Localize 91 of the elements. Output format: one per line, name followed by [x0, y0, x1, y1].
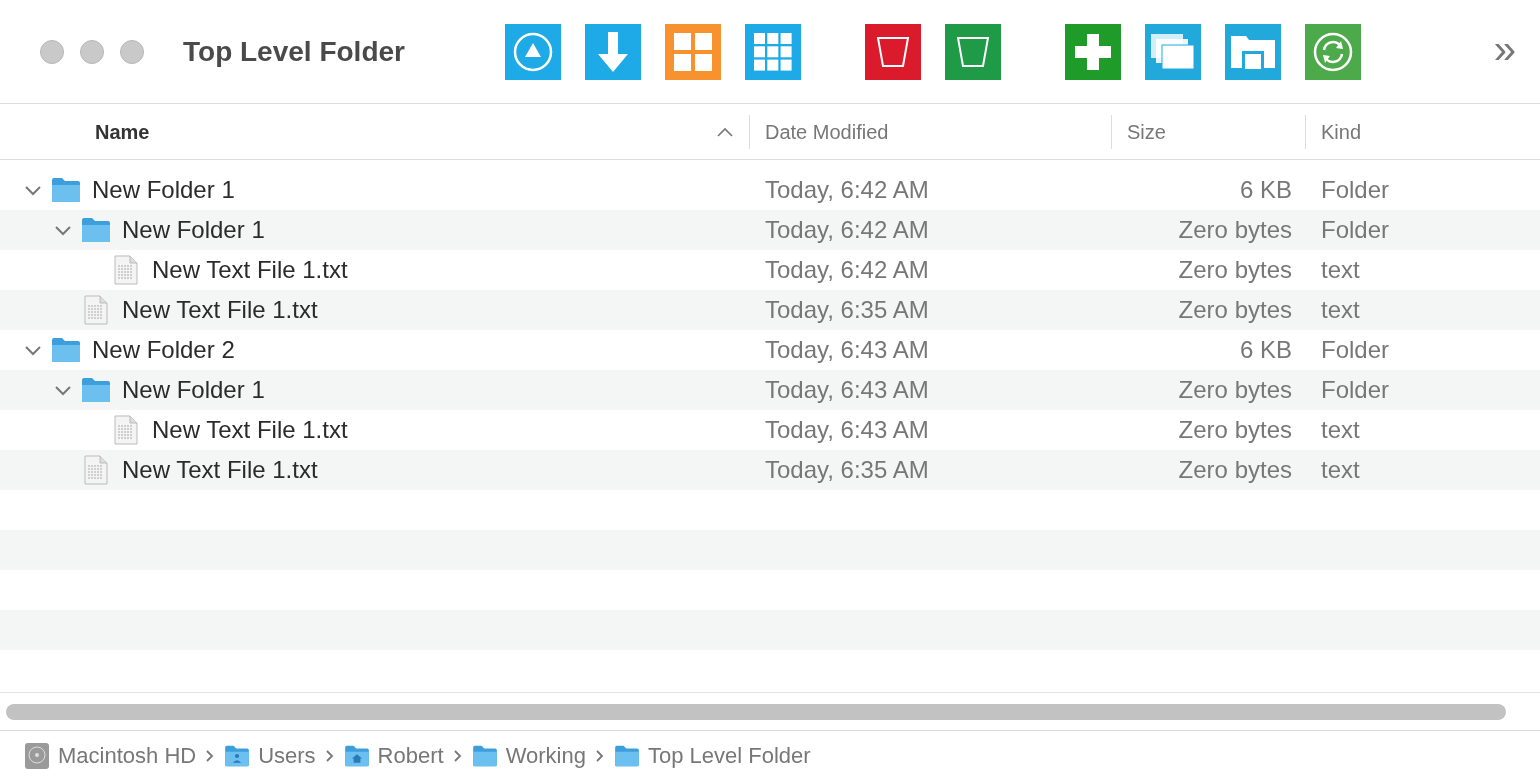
column-header[interactable]: Date Modified	[765, 116, 889, 147]
size-cell-text: Zero bytes	[1178, 255, 1292, 285]
path-segment[interactable]: Users	[258, 739, 316, 772]
windows-icon	[1150, 32, 1196, 71]
cup-icon	[876, 35, 910, 68]
date-cell: Today, 6:35 AM	[765, 456, 929, 483]
size-cell-text: Zero bytes	[1178, 415, 1292, 445]
toolbar-button[interactable]	[505, 23, 561, 80]
path-segment[interactable]: Working	[505, 739, 586, 772]
kind-cell: text	[1321, 256, 1360, 283]
disclosure-chevron-icon[interactable]	[54, 384, 72, 396]
size-cell-text: Zero bytes	[1178, 295, 1292, 325]
text-file-icon	[84, 295, 108, 325]
date-cell: Today, 6:43 AM	[765, 416, 929, 443]
column-header[interactable]: Size	[1127, 116, 1166, 147]
text-file-icon	[114, 255, 138, 285]
folder-icon	[81, 217, 111, 243]
size-cell-text: Zero bytes	[1178, 375, 1292, 405]
path-segment[interactable]: Macintosh HD	[58, 739, 197, 772]
kind-cell: Folder	[1321, 336, 1390, 363]
toolbar-button[interactable]	[745, 23, 801, 80]
file-name: New Folder 2	[92, 335, 235, 365]
text-file-icon	[84, 455, 108, 485]
window-control[interactable]	[120, 39, 144, 64]
date-cell: Today, 6:35 AM	[765, 296, 929, 323]
toolbar-button[interactable]	[585, 23, 641, 80]
file-row[interactable]: New Folder 1 Today, 6:43 AM Zero bytes Folder	[0, 370, 1540, 410]
cup-icon	[956, 35, 990, 68]
toolbar-button[interactable]	[945, 23, 1001, 80]
toolbar-button[interactable]	[665, 23, 721, 80]
folder-icon	[51, 337, 81, 363]
date-cell: Today, 6:43 AM	[765, 336, 929, 363]
folder-icon	[51, 177, 81, 203]
kind-cell: text	[1321, 416, 1360, 443]
kind-cell: Folder	[1321, 216, 1390, 243]
column-header[interactable]: Name	[95, 116, 150, 147]
toolbar-button[interactable]	[865, 23, 921, 80]
size-cell-text: Zero bytes	[1178, 455, 1292, 485]
file-name: New Text File 1.txt	[122, 455, 318, 485]
folder-icon	[471, 744, 498, 767]
window-control[interactable]	[40, 39, 64, 64]
path-segment[interactable]: Top Level Folder	[647, 739, 811, 772]
scrollbar-thumb[interactable]	[6, 703, 1506, 720]
chevron-right-icon	[453, 749, 462, 762]
home-folder-icon	[343, 744, 370, 767]
date-cell: Today, 6:42 AM	[765, 176, 929, 203]
disclosure-chevron-icon[interactable]	[54, 224, 72, 236]
toolbar-button[interactable]	[1065, 23, 1121, 80]
file-name: New Folder 1	[122, 375, 265, 405]
file-name: New Text File 1.txt	[152, 415, 348, 445]
disclosure-chevron-icon[interactable]	[24, 184, 42, 196]
sort-caret-icon	[717, 126, 733, 137]
size-cell-text: 6 KB	[1239, 175, 1292, 205]
toolbar-button[interactable]	[1305, 23, 1361, 80]
size-cell-text: Zero bytes	[1178, 215, 1292, 245]
file-row[interactable]: New Text File 1.txt Today, 6:35 AM Zero bytes text	[0, 450, 1540, 490]
kind-cell: Folder	[1321, 376, 1390, 403]
sync-icon	[1313, 31, 1353, 72]
file-row[interactable]: New Folder 1 Today, 6:42 AM Zero bytes Folder	[0, 210, 1540, 250]
folder-icon	[613, 744, 640, 767]
file-row[interactable]: New Text File 1.txt Today, 6:35 AM Zero bytes text	[0, 290, 1540, 330]
file-name: New Text File 1.txt	[152, 255, 348, 285]
kind-cell: text	[1321, 296, 1360, 323]
chevron-right-icon	[206, 749, 215, 762]
size-cell-text: 6 KB	[1239, 335, 1292, 365]
chevron-right-icon	[595, 749, 604, 762]
text-file-icon	[114, 415, 138, 445]
down-arrow-icon	[595, 29, 631, 74]
folder-icon	[1230, 34, 1276, 69]
window-title: Top Level Folder	[183, 34, 406, 69]
file-name: New Folder 1	[92, 175, 235, 205]
toolbar-button[interactable]	[1225, 23, 1281, 80]
date-cell: Today, 6:42 AM	[765, 216, 929, 243]
chevron-right-icon	[325, 749, 334, 762]
date-cell: Today, 6:43 AM	[765, 376, 929, 403]
kind-cell: text	[1321, 456, 1360, 483]
kind-cell: Folder	[1321, 176, 1390, 203]
grid-icon	[673, 31, 713, 72]
file-name: New Text File 1.txt	[122, 295, 318, 325]
folder-icon	[81, 377, 111, 403]
plus-icon	[1075, 33, 1111, 70]
grid-icon	[753, 31, 793, 72]
path-segment[interactable]: Robert	[377, 739, 444, 772]
toolbar-button[interactable]	[1145, 23, 1201, 80]
file-name: New Folder 1	[122, 215, 265, 245]
overflow-button[interactable]: »	[1493, 28, 1516, 75]
column-header[interactable]: Kind	[1321, 116, 1362, 147]
user-folder-icon	[224, 744, 251, 767]
date-cell: Today, 6:42 AM	[765, 256, 929, 283]
disclosure-chevron-icon[interactable]	[24, 344, 42, 356]
window-control[interactable]	[80, 39, 104, 64]
